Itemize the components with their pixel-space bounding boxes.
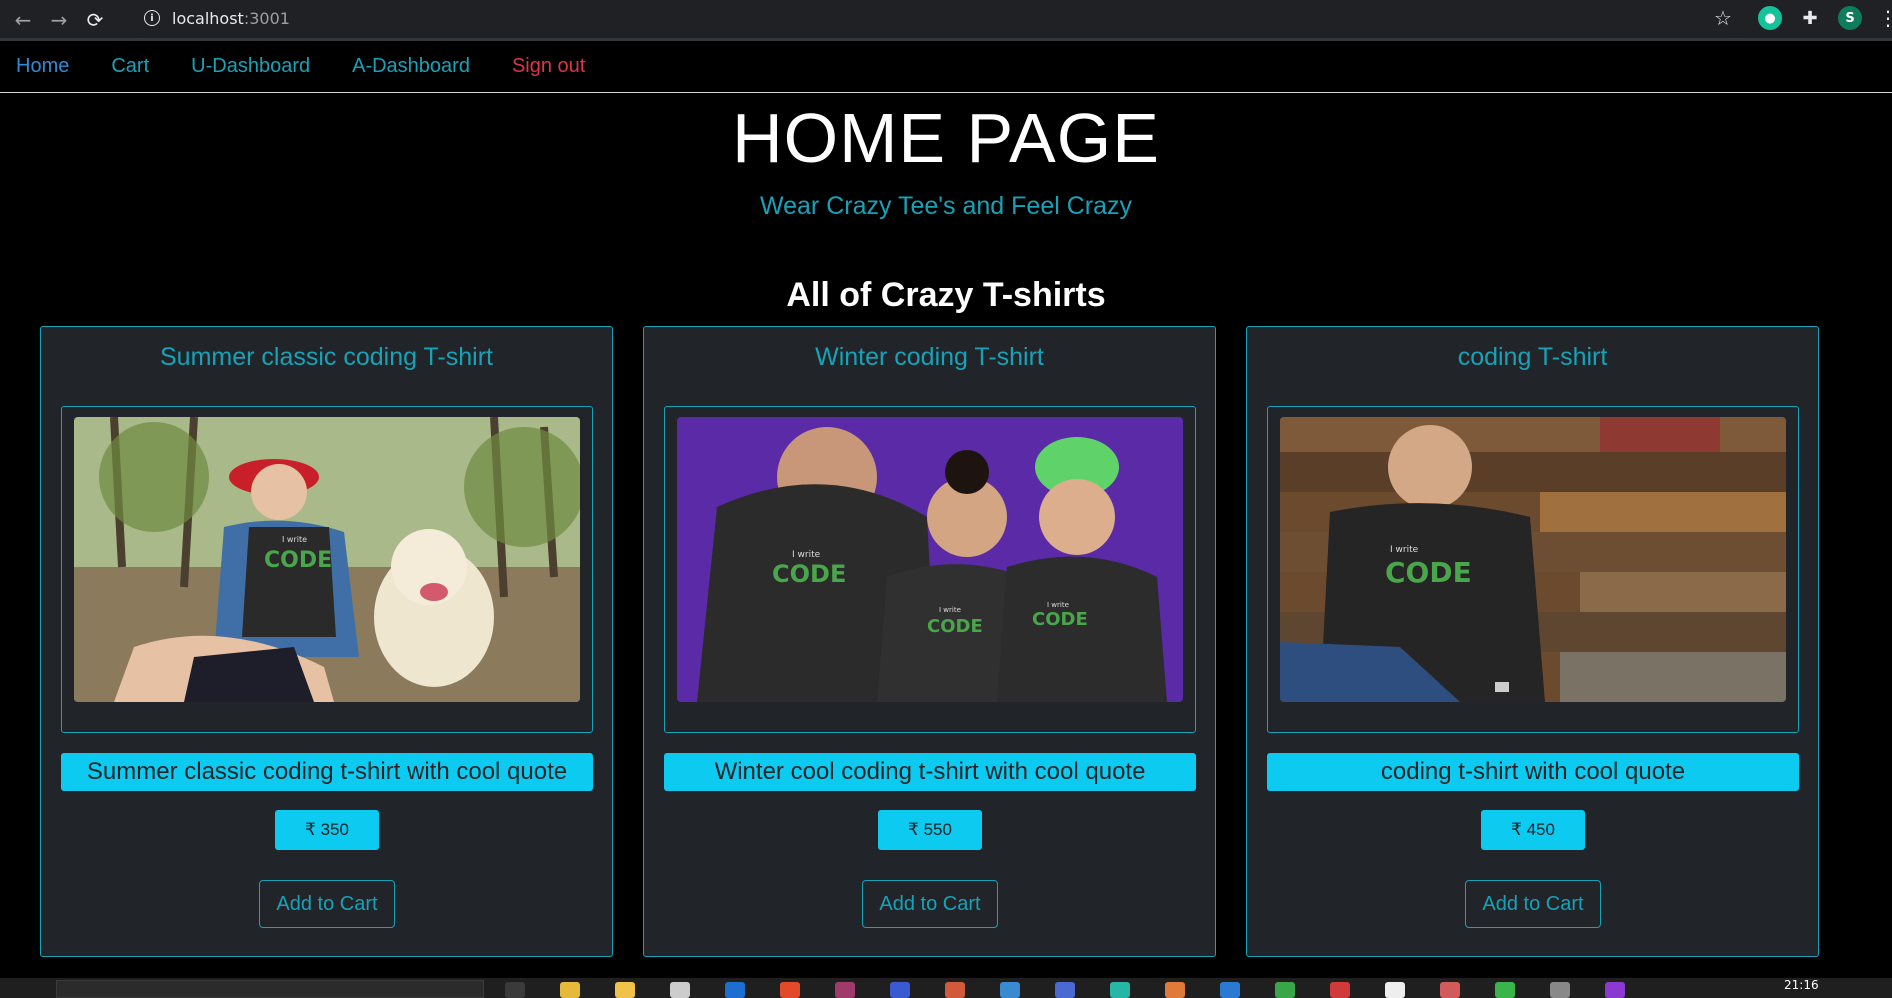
- info-icon[interactable]: i: [144, 10, 160, 26]
- product-image-frame: I write CODE I write CODE I write CODE: [664, 406, 1196, 733]
- svg-text:I write: I write: [282, 535, 307, 544]
- taskbar-app-icon[interactable]: [1605, 982, 1625, 998]
- taskbar-app-icon[interactable]: [835, 982, 855, 998]
- svg-text:I write: I write: [792, 550, 821, 560]
- taskbar-app-icon[interactable]: [1220, 982, 1240, 998]
- svg-text:I write: I write: [1047, 601, 1069, 609]
- browser-toolbar: ← → ⟳ i localhost:3001 ☆ ● ✚ S ⋮: [0, 0, 1892, 40]
- back-arrow-icon[interactable]: ←: [10, 7, 36, 33]
- profile-avatar[interactable]: S: [1838, 6, 1862, 30]
- taskbar-app-icon[interactable]: [1385, 982, 1405, 998]
- nav-home-link[interactable]: Home: [16, 55, 69, 78]
- price-badge: ₹ 550: [878, 810, 982, 850]
- taskbar-app-icon[interactable]: [1440, 982, 1460, 998]
- bookmark-star-icon[interactable]: ☆: [1708, 6, 1738, 30]
- svg-text:CODE: CODE: [1032, 609, 1088, 630]
- svg-text:CODE: CODE: [1385, 556, 1472, 589]
- price-badge: ₹ 350: [275, 810, 379, 850]
- extensions-puzzle-icon[interactable]: ✚: [1798, 6, 1822, 30]
- section-heading: All of Crazy T-shirts: [786, 276, 1106, 314]
- nav-admin-dashboard-link[interactable]: A-Dashboard: [352, 55, 470, 78]
- product-image-frame: I write CODE: [1267, 406, 1799, 733]
- taskbar-app-icon[interactable]: [1275, 982, 1295, 998]
- nav-user-dashboard-link[interactable]: U-Dashboard: [191, 55, 310, 78]
- taskbar-search-box[interactable]: [56, 980, 484, 998]
- svg-text:I write: I write: [1390, 545, 1419, 555]
- taskbar-clock: 21:16: [1784, 978, 1819, 992]
- product-card: Winter coding T-shirt I write CODE I wri…: [643, 326, 1216, 957]
- product-description: Summer classic coding t-shirt with cool …: [61, 753, 593, 791]
- taskbar-app-icon[interactable]: [505, 982, 525, 998]
- os-taskbar: 21:16: [0, 978, 1892, 998]
- address-bar[interactable]: i localhost:3001: [130, 2, 1750, 34]
- product-photo: I write CODE I write CODE I write CODE: [677, 417, 1183, 702]
- product-description: Winter cool coding t-shirt with cool quo…: [664, 753, 1196, 791]
- product-title: Winter coding T-shirt: [815, 343, 1044, 371]
- svg-text:CODE: CODE: [772, 560, 846, 588]
- add-to-cart-button[interactable]: Add to Cart: [259, 880, 395, 928]
- taskbar-app-icon[interactable]: [1055, 982, 1075, 998]
- svg-text:CODE: CODE: [264, 548, 332, 573]
- taskbar-app-icon[interactable]: [1110, 982, 1130, 998]
- product-image-frame: I write CODE: [61, 406, 593, 733]
- taskbar-app-icon[interactable]: [1000, 982, 1020, 998]
- page-subtitle: Wear Crazy Tee's and Feel Crazy: [759, 192, 1133, 220]
- taskbar-app-icon[interactable]: [1165, 982, 1185, 998]
- product-title: coding T-shirt: [1457, 343, 1608, 371]
- nav-cart-link[interactable]: Cart: [111, 55, 149, 78]
- add-to-cart-button[interactable]: Add to Cart: [1465, 880, 1601, 928]
- taskbar-app-icon[interactable]: [725, 982, 745, 998]
- app-navbar: Home Cart U-Dashboard A-Dashboard Sign o…: [0, 41, 1892, 93]
- taskbar-app-icon[interactable]: [670, 982, 690, 998]
- product-title: Summer classic coding T-shirt: [160, 343, 493, 371]
- taskbar-app-icon[interactable]: [780, 982, 800, 998]
- taskbar-app-icon[interactable]: [560, 982, 580, 998]
- svg-text:CODE: CODE: [927, 616, 983, 637]
- grammarly-extension-icon[interactable]: ●: [1758, 6, 1782, 30]
- product-photo: I write CODE: [1280, 417, 1786, 702]
- nav-signout-link[interactable]: Sign out: [512, 55, 585, 78]
- forward-arrow-icon[interactable]: →: [46, 7, 72, 33]
- taskbar-app-icon[interactable]: [890, 982, 910, 998]
- price-badge: ₹ 450: [1481, 810, 1585, 850]
- chrome-icon[interactable]: [1330, 982, 1350, 998]
- browser-menu-icon[interactable]: ⋮: [1878, 6, 1892, 30]
- taskbar-icons: [505, 982, 1660, 998]
- page-title: HOME PAGE: [732, 99, 1160, 177]
- product-card: coding T-shirt I write CODE coding t-shi…: [1246, 326, 1819, 957]
- taskbar-app-icon[interactable]: [1495, 982, 1515, 998]
- product-card: Summer classic coding T-shirt I write CO…: [40, 326, 613, 957]
- add-to-cart-button[interactable]: Add to Cart: [862, 880, 998, 928]
- product-photo: I write CODE: [74, 417, 580, 702]
- reload-icon[interactable]: ⟳: [82, 7, 108, 33]
- taskbar-app-icon[interactable]: [1550, 982, 1570, 998]
- product-description: coding t-shirt with cool quote: [1267, 753, 1799, 791]
- svg-text:I write: I write: [939, 606, 961, 614]
- folder-icon[interactable]: [615, 982, 635, 998]
- taskbar-app-icon[interactable]: [945, 982, 965, 998]
- address-url: localhost:3001: [172, 8, 290, 28]
